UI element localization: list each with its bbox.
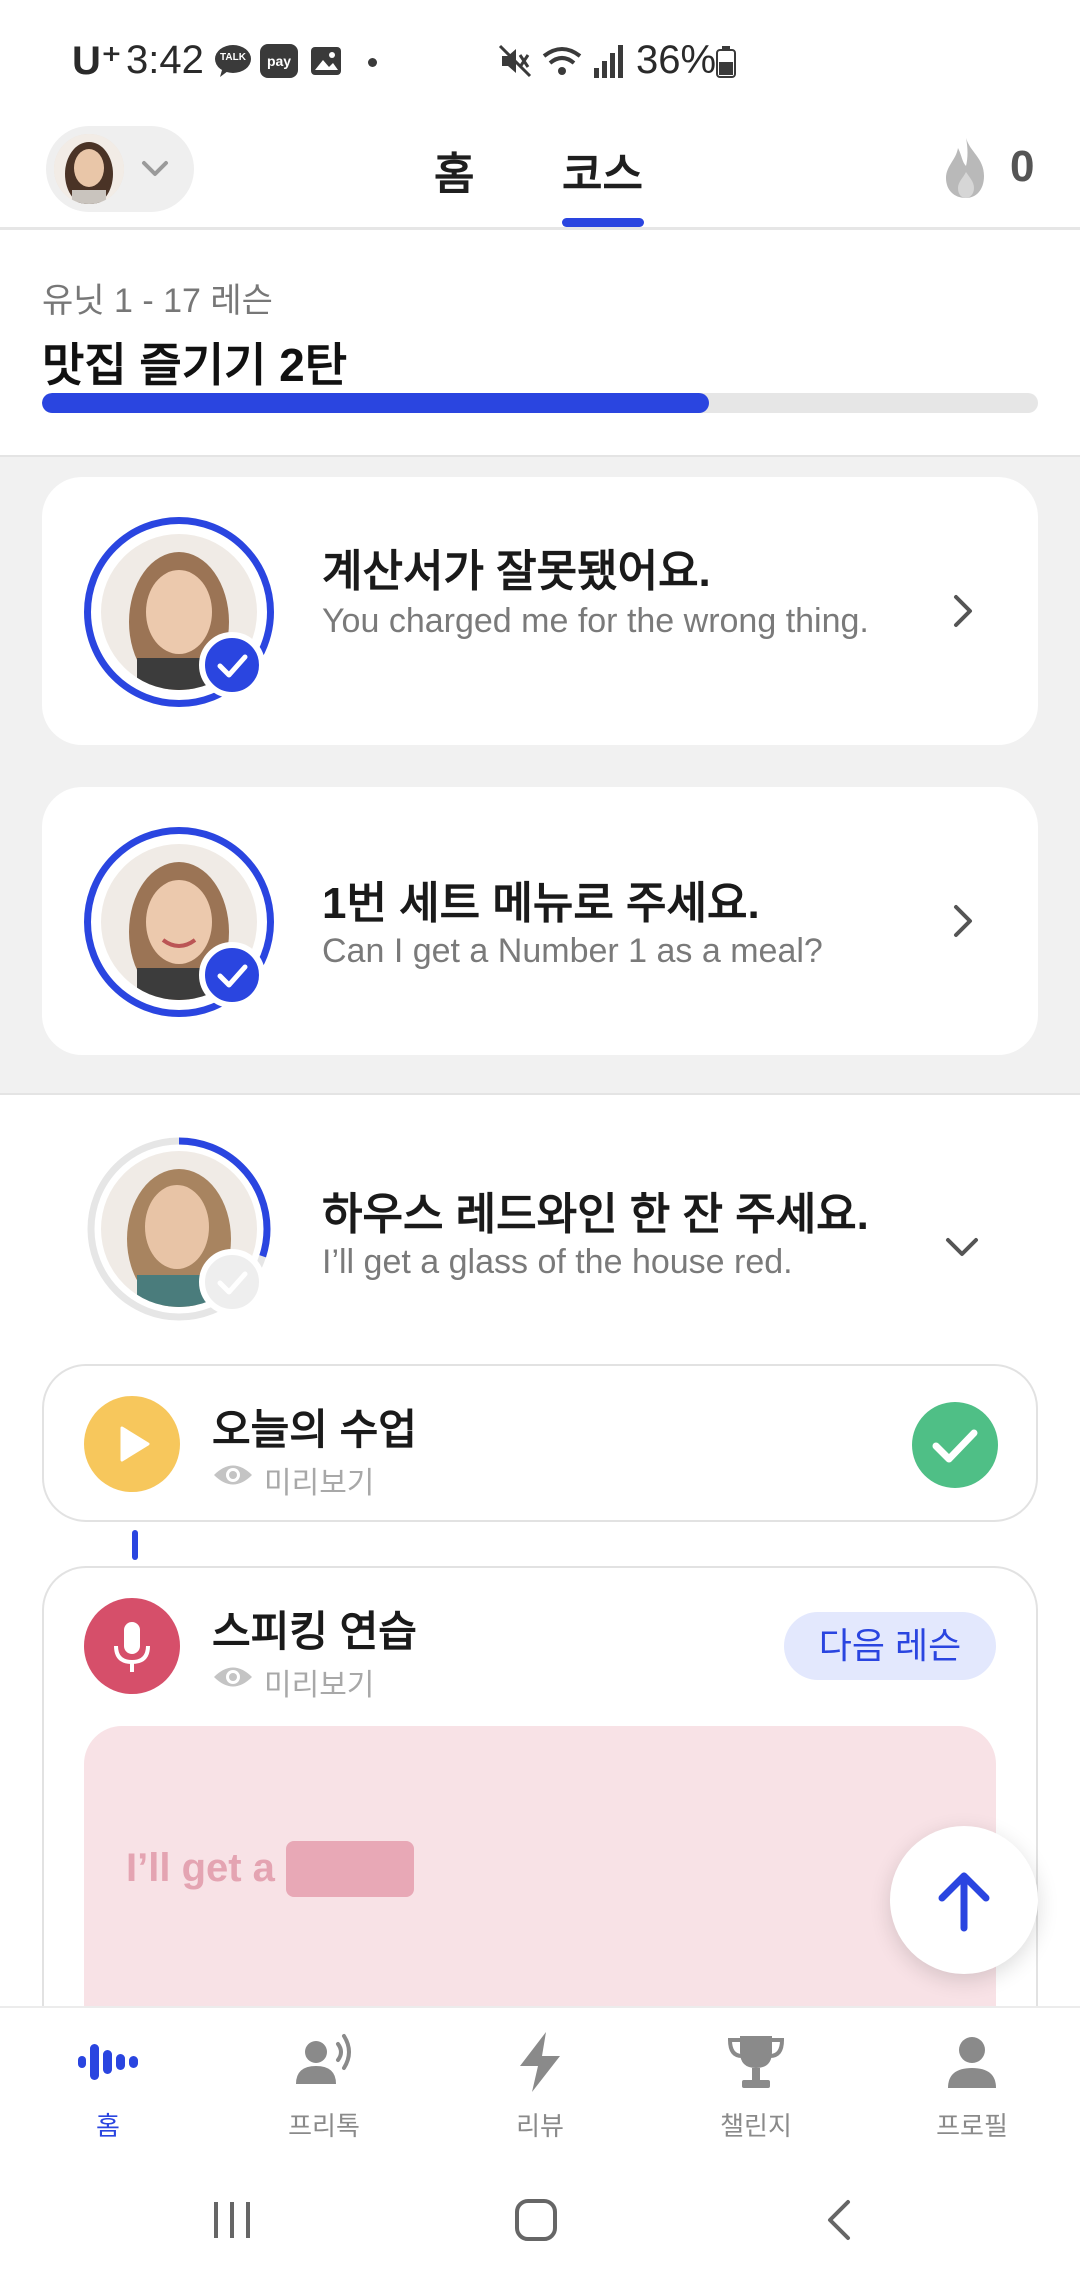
carrier-label: U⁺ xyxy=(72,39,122,83)
trophy-icon xyxy=(724,2030,788,2094)
battery-percent: 36% xyxy=(636,38,717,82)
nav-label: 홈 xyxy=(96,2111,120,2141)
completed-check-icon xyxy=(199,632,265,698)
preview-link[interactable]: 미리보기 xyxy=(264,1458,374,1502)
lesson-title: 1번 세트 메뉴로 주세요. xyxy=(322,879,760,928)
activity-connector xyxy=(132,1530,138,1560)
fill-in-blank xyxy=(286,1841,414,1897)
scroll-to-top-button[interactable] xyxy=(890,1826,1038,1974)
flame-icon[interactable] xyxy=(940,136,992,200)
nav-freetalk[interactable]: 프리톡 xyxy=(216,2008,432,2162)
more-notifications-dot xyxy=(368,58,377,67)
current-lesson-header[interactable]: 하우스 레드와인 한 잔 주세요. I’ll get a glass of th… xyxy=(42,1130,1038,1321)
talk-notification-icon: TALK xyxy=(214,44,252,78)
active-tab-indicator xyxy=(562,218,644,227)
person-icon xyxy=(940,2030,1004,2094)
unit-title: 맛집 즐기기 2탄 xyxy=(42,339,348,391)
speaking-preview-card: I’ll get a xyxy=(84,1726,996,2006)
unit-subtitle: 유닛 1 - 17 레슨 xyxy=(42,282,273,320)
nav-challenge[interactable]: 챌린지 xyxy=(648,2008,864,2162)
lesson-subtitle: I’ll get a glass of the house red. xyxy=(322,1243,793,1281)
mute-icon xyxy=(498,44,532,78)
eye-icon xyxy=(212,1662,254,1692)
app-header: 홈 코스 0 xyxy=(0,120,1080,230)
chevron-down-icon xyxy=(942,1226,982,1266)
unit-progress-bar xyxy=(42,393,1038,413)
system-navigation-bar xyxy=(0,2160,1080,2280)
nav-review[interactable]: 리뷰 xyxy=(432,2008,648,2162)
play-icon xyxy=(84,1396,180,1492)
nav-label: 챌린지 xyxy=(720,2111,792,2141)
lesson-progress-ring xyxy=(84,1134,274,1324)
nav-label: 프리톡 xyxy=(288,2111,360,2141)
back-icon[interactable] xyxy=(820,2198,860,2242)
lesson-title: 하우스 레드와인 한 잔 주세요. xyxy=(322,1190,869,1239)
tab-home[interactable]: 홈 xyxy=(434,138,474,202)
pay-chip-label: pay xyxy=(266,53,292,69)
activity-title: 오늘의 수업 xyxy=(212,1406,417,1453)
lesson-subtitle: You charged me for the wrong thing. xyxy=(322,602,869,640)
status-time: 3:42 xyxy=(126,38,204,82)
talk-chip-label: TALK xyxy=(220,52,246,63)
bottom-navigation: 홈 프리톡 리뷰 챌린지 프로필 xyxy=(0,2006,1080,2160)
signal-icon xyxy=(592,44,624,78)
next-lesson-badge[interactable]: 다음 레슨 xyxy=(784,1612,996,1680)
activity-row[interactable]: 오늘의 수업 미리보기 xyxy=(42,1364,1038,1522)
gallery-notification-icon xyxy=(310,46,342,76)
streak-count: 0 xyxy=(1010,142,1035,191)
chevron-right-icon xyxy=(942,901,982,941)
chevron-down-icon xyxy=(138,154,172,184)
lesson-title: 계산서가 잘못됐어요. xyxy=(322,547,711,596)
lesson-card[interactable]: 계산서가 잘못됐어요. You charged me for the wrong… xyxy=(42,477,1038,745)
done-check-icon xyxy=(912,1402,998,1488)
recent-apps-icon[interactable] xyxy=(210,2200,254,2240)
unit-progress-fill xyxy=(42,393,710,413)
completed-check-icon xyxy=(199,942,265,1008)
home-icon[interactable] xyxy=(512,2196,560,2244)
profile-switcher[interactable] xyxy=(46,126,194,212)
lesson-avatar-ring xyxy=(84,827,274,1017)
arrow-up-icon xyxy=(938,1872,990,1932)
preview-link[interactable]: 미리보기 xyxy=(264,1660,374,1704)
wifi-icon xyxy=(542,44,582,78)
pay-notification-icon: pay xyxy=(260,44,298,78)
speaking-preview-text: I’ll get a xyxy=(126,1846,275,1890)
tab-course[interactable]: 코스 xyxy=(562,138,643,202)
user-avatar xyxy=(54,134,124,204)
lesson-avatar-ring xyxy=(84,517,274,707)
microphone-icon xyxy=(84,1598,180,1694)
lesson-subtitle: Can I get a Number 1 as a meal? xyxy=(322,932,823,970)
voice-wave-icon xyxy=(76,2030,140,2094)
status-bar: U⁺ 3:42 TALK pay 36% xyxy=(0,0,1080,120)
completed-lessons-section: 계산서가 잘못됐어요. You charged me for the wrong… xyxy=(0,455,1080,1095)
nav-label: 리뷰 xyxy=(516,2111,564,2141)
chevron-right-icon xyxy=(942,591,982,631)
incomplete-check-icon xyxy=(199,1249,265,1315)
nav-home[interactable]: 홈 xyxy=(0,2008,216,2162)
speaking-person-icon xyxy=(292,2030,356,2094)
activity-title: 스피킹 연습 xyxy=(212,1608,417,1655)
nav-profile[interactable]: 프로필 xyxy=(864,2008,1080,2162)
lightning-icon xyxy=(508,2030,572,2094)
battery-icon xyxy=(716,46,736,78)
eye-icon xyxy=(212,1460,254,1490)
unit-header: 유닛 1 - 17 레슨 맛집 즐기기 2탄 xyxy=(0,233,1080,455)
nav-label: 프로필 xyxy=(936,2111,1008,2141)
lesson-card[interactable]: 1번 세트 메뉴로 주세요. Can I get a Number 1 as a… xyxy=(42,787,1038,1055)
